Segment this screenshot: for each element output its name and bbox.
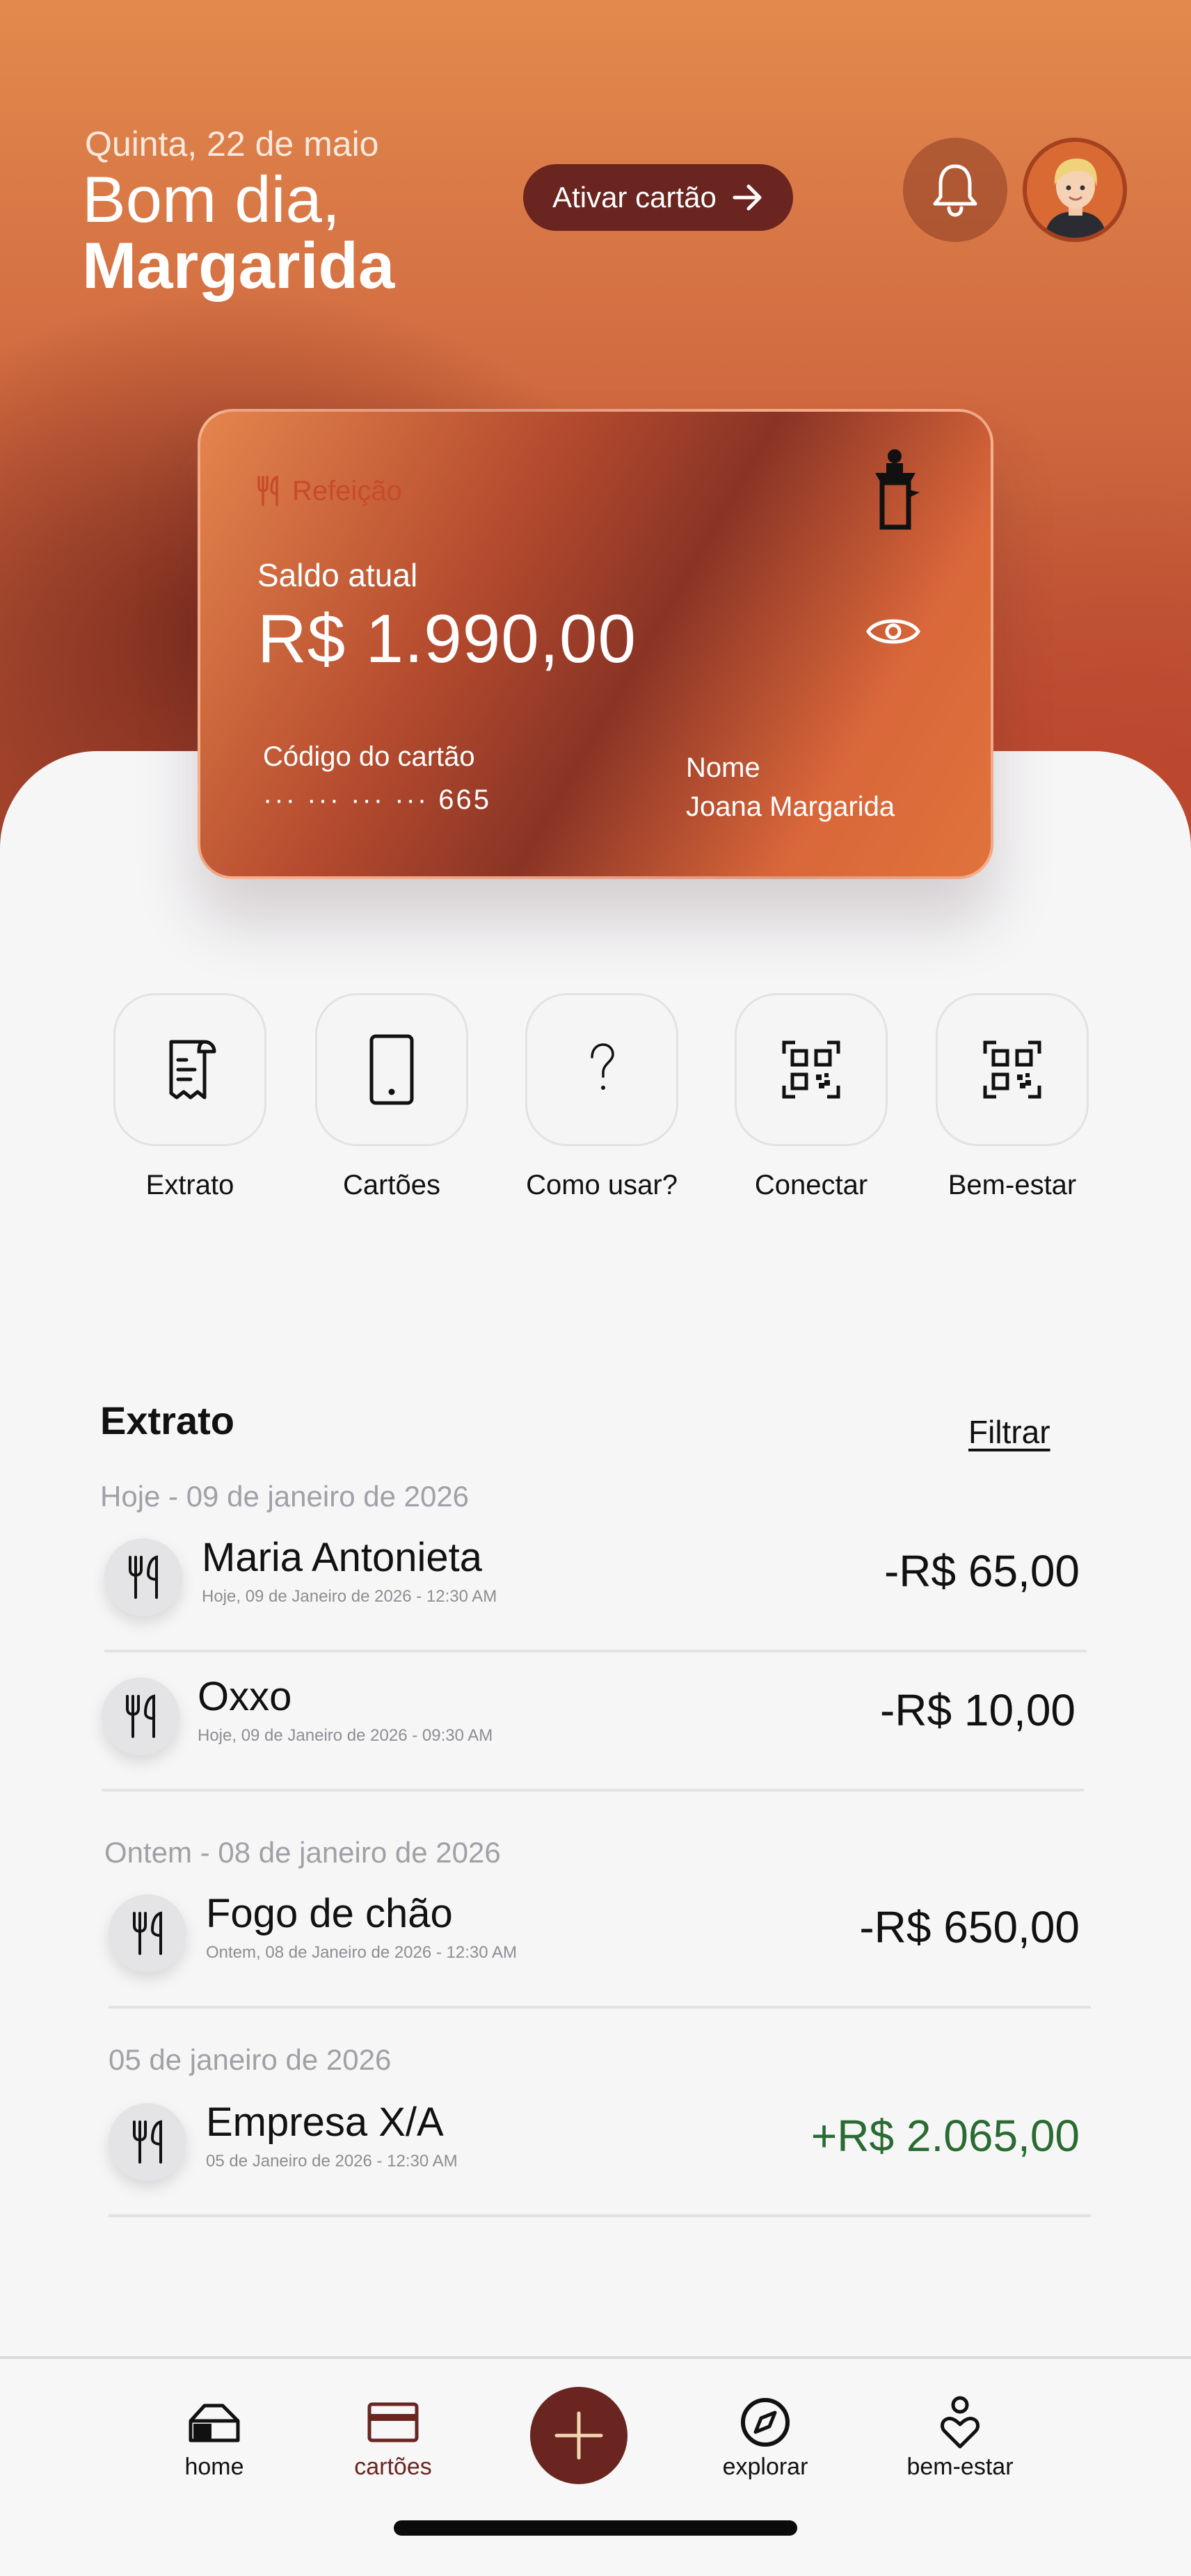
- tab-cartoes[interactable]: cartões: [323, 2395, 463, 2481]
- action-extrato[interactable]: Extrato: [113, 993, 266, 1201]
- toggle-balance-button[interactable]: [865, 612, 921, 654]
- transaction-name: Fogo de chão: [206, 1891, 453, 1936]
- tab-bem-estar-label: bem-estar: [906, 2454, 1014, 2480]
- tab-cartoes-label: cartões: [354, 2454, 432, 2480]
- bottom-tab-bar: home cartões explorar bem-estar: [0, 2356, 1191, 2576]
- action-cartoes-tile[interactable]: [315, 993, 468, 1146]
- action-bem-estar[interactable]: Bem-estar: [936, 993, 1089, 1201]
- holder-name: Joana Margarida: [686, 791, 895, 822]
- balance-label: Saldo atual: [257, 557, 418, 593]
- home-icon: [189, 2404, 240, 2442]
- qr-code-icon: [782, 1040, 840, 1099]
- transaction-amount: -R$ 65,00: [884, 1546, 1080, 1596]
- bell-icon: [933, 164, 977, 217]
- group-label-date: 05 de janeiro de 2026: [109, 2043, 392, 2076]
- transaction-row[interactable]: Empresa X/A 05 de Janeiro de 2026 - 12:3…: [109, 2078, 1091, 2217]
- transaction-date: Hoje, 09 de Janeiro de 2026 - 09:30 AM: [198, 1726, 493, 1745]
- action-conectar-tile[interactable]: [735, 993, 888, 1146]
- compass-icon: [741, 2398, 790, 2447]
- wellbeing-icon: [941, 2396, 980, 2449]
- card-code-label: Código do cartão: [263, 741, 475, 772]
- plus-icon: [554, 2411, 603, 2460]
- transaction-row[interactable]: Maria Antonieta Hoje, 09 de Janeiro de 2…: [104, 1513, 1087, 1652]
- notifications-button[interactable]: [903, 138, 1007, 242]
- action-como-usar[interactable]: Como usar?: [525, 993, 678, 1201]
- transaction-name: Empresa X/A: [206, 2100, 444, 2145]
- transaction-amount: -R$ 10,00: [879, 1685, 1076, 1735]
- arrow-right-icon: [733, 184, 762, 211]
- receipt-icon: [169, 1040, 216, 1100]
- phone-icon: [369, 1034, 414, 1105]
- qr-code-icon: [983, 1040, 1041, 1099]
- action-bem-estar-tile[interactable]: [936, 993, 1089, 1146]
- transaction-date: Hoje, 09 de Janeiro de 2026 - 12:30 AM: [202, 1587, 497, 1606]
- card-code-value: ··· ··· ··· ··· 665: [263, 784, 492, 815]
- brand-figure-icon: [875, 449, 920, 530]
- transaction-name: Maria Antonieta: [202, 1535, 483, 1580]
- holder-label: Nome: [686, 752, 760, 783]
- tab-explorar[interactable]: explorar: [696, 2395, 835, 2481]
- greeting: Bom dia,: [82, 163, 340, 236]
- action-extrato-tile[interactable]: [113, 993, 266, 1146]
- user-name: Margarida: [82, 229, 395, 302]
- group-label-today: Hoje - 09 de janeiro de 2026: [100, 1480, 470, 1513]
- balance-value: R$ 1.990,00: [257, 600, 637, 677]
- transaction-date: Ontem, 08 de Janeiro de 2026 - 12:30 AM: [206, 1943, 517, 1962]
- question-icon: [591, 1043, 614, 1090]
- add-button[interactable]: [530, 2387, 628, 2484]
- transaction-amount: +R$ 2.065,00: [810, 2111, 1080, 2161]
- home-indicator: [394, 2520, 797, 2536]
- tab-home[interactable]: home: [145, 2395, 284, 2481]
- transaction-name: Oxxo: [198, 1674, 292, 1719]
- action-cartoes-label: Cartões: [342, 1170, 441, 1200]
- filter-link[interactable]: Filtrar: [968, 1413, 1050, 1451]
- action-extrato-label: Extrato: [145, 1170, 234, 1200]
- transaction-row[interactable]: Oxxo Hoje, 09 de Janeiro de 2026 - 09:30…: [102, 1652, 1084, 1792]
- activate-card-label: Ativar cartão: [552, 181, 717, 214]
- statement-title: Extrato: [100, 1399, 234, 1442]
- fork-knife-icon: [257, 475, 278, 506]
- transaction-amount: -R$ 650,00: [859, 1902, 1080, 1952]
- current-date: Quinta, 22 de maio: [85, 124, 379, 163]
- card-icon: [367, 2402, 419, 2442]
- fork-knife-icon: [104, 1538, 182, 1616]
- action-conectar[interactable]: Conectar: [735, 993, 888, 1201]
- activate-card-button[interactable]: Ativar cartão: [523, 164, 793, 231]
- fork-knife-icon: [109, 1894, 186, 1972]
- tab-home-label: home: [184, 2454, 244, 2480]
- transaction-row[interactable]: Fogo de chão Ontem, 08 de Janeiro de 202…: [109, 1869, 1091, 2009]
- avatar-illustration: [1027, 142, 1123, 238]
- tab-explorar-label: explorar: [722, 2454, 808, 2480]
- card-type-label: Refeição: [292, 475, 402, 506]
- action-bem-estar-label: Bem-estar: [948, 1170, 1077, 1200]
- transaction-date: 05 de Janeiro de 2026 - 12:30 AM: [206, 2152, 458, 2171]
- action-como-usar-label: Como usar?: [526, 1170, 678, 1200]
- fork-knife-icon: [102, 1677, 179, 1755]
- group-label-yesterday: Ontem - 08 de janeiro de 2026: [104, 1836, 501, 1869]
- fork-knife-icon: [109, 2103, 186, 2181]
- action-cartoes[interactable]: Cartões: [315, 993, 468, 1201]
- card-type: Refeição: [255, 474, 402, 508]
- action-como-usar-tile[interactable]: [525, 993, 678, 1146]
- user-avatar[interactable]: [1023, 138, 1127, 242]
- tab-bem-estar[interactable]: bem-estar: [890, 2395, 1030, 2481]
- meal-card[interactable]: Refeição Saldo atual R$ 1.990,00 Código …: [198, 409, 993, 879]
- eye-icon: [866, 619, 920, 644]
